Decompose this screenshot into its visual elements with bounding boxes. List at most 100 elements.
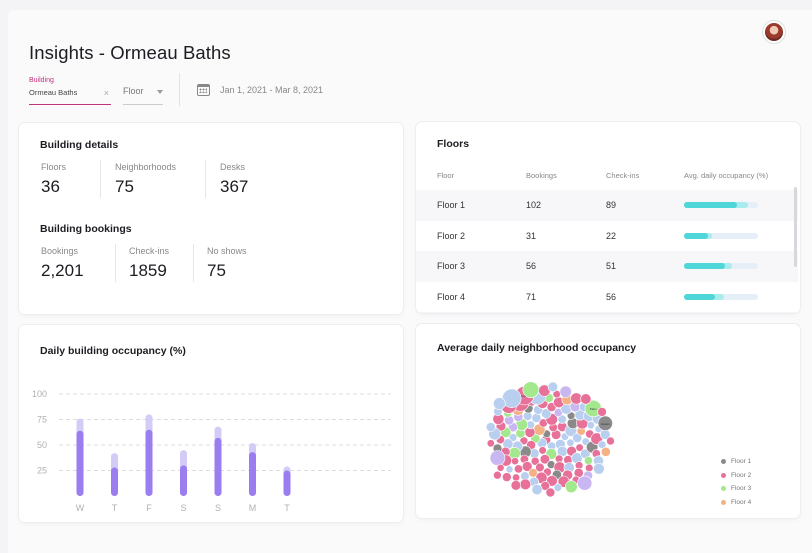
legend-dot	[721, 485, 726, 491]
stat-value: 36	[41, 177, 60, 196]
table-row[interactable]: Floor 4 71 56	[416, 282, 798, 313]
neighborhood-bubble[interactable]	[485, 422, 496, 432]
neighborhood-bubble[interactable]	[531, 484, 543, 496]
neighborhood-bubble[interactable]	[580, 393, 592, 405]
checkins-cell: 51	[606, 261, 617, 271]
bar	[283, 470, 291, 496]
filter-divider	[179, 73, 180, 106]
stat-label: Neighborhoods	[115, 162, 177, 172]
neighborhood-bubble[interactable]	[531, 413, 542, 423]
neighborhood-bubble[interactable]	[493, 397, 506, 410]
neighborhood-bubble[interactable]	[512, 473, 521, 482]
stat-value: 367	[220, 177, 249, 196]
neighborhood-bubble[interactable]	[519, 478, 532, 491]
neighborhood-bubble[interactable]	[538, 446, 547, 455]
neighborhood-bubble[interactable]	[489, 450, 506, 466]
y-tick-label: 25	[37, 466, 47, 476]
floor-cell: Floor 3	[437, 261, 466, 271]
neighborhood-occupancy-card: Average daily neighborhood occupancy Loc…	[416, 324, 800, 518]
building-details-card: Building details Floors 36 Neighborhoods…	[19, 123, 403, 314]
stat-value: 1859	[129, 261, 167, 280]
neighborhood-bubble[interactable]	[486, 439, 495, 448]
neighborhood-bubble[interactable]	[510, 480, 522, 491]
y-tick-label: 75	[37, 415, 47, 425]
stat-checkins: Check-ins 1859	[129, 246, 169, 281]
bar	[145, 429, 153, 496]
scrollbar[interactable]	[794, 187, 797, 267]
stat-no-shows: No shows 75	[207, 246, 247, 281]
column-header-floor: Floor	[437, 171, 455, 180]
floor-cell: Floor 1	[437, 200, 466, 210]
calendar-icon[interactable]	[197, 84, 210, 96]
neighborhood-bubble[interactable]	[559, 385, 572, 398]
stat-divider	[100, 160, 101, 198]
floors-title: Floors	[437, 138, 470, 150]
bubble-label: Palm	[590, 407, 597, 411]
x-tick-label: S	[180, 503, 186, 513]
table-row[interactable]: Floor 2 31 22	[416, 221, 798, 252]
floor-cell: Floor 4	[437, 291, 466, 302]
column-header-checkins: Check-ins	[606, 171, 640, 180]
building-filter-value: Ormeau Baths	[29, 88, 78, 97]
stat-label: Desks	[220, 162, 246, 172]
bar	[111, 467, 118, 496]
legend-label: Floor 3	[731, 485, 752, 492]
legend-item: Floor 3	[721, 485, 751, 492]
neighborhood-bubble[interactable]	[577, 475, 593, 491]
column-header-bookings: Bookings	[526, 171, 557, 180]
legend-dot	[721, 458, 726, 464]
neighborhood-bubble[interactable]	[585, 463, 594, 473]
neighborhood-bubble[interactable]	[493, 470, 502, 480]
occupancy-bar-fill	[684, 232, 709, 239]
stat-bookings: Bookings 2,201	[41, 246, 84, 281]
neighborhood-bubble[interactable]	[606, 436, 615, 446]
neighborhood-bubble[interactable]	[600, 446, 611, 457]
neighborhood-bubble[interactable]	[514, 464, 524, 474]
stat-label: No shows	[207, 246, 247, 256]
neighborhood-bubble[interactable]	[545, 487, 556, 498]
checkins-cell: 22	[606, 230, 617, 241]
legend-dot	[721, 499, 726, 505]
building-filter[interactable]: Ormeau Baths ×	[29, 88, 111, 105]
table-row[interactable]: Floor 1 102 89	[416, 190, 798, 221]
neighborhood-bubble[interactable]	[565, 480, 578, 493]
bar	[76, 430, 84, 496]
bubble-label: Avalon	[601, 422, 610, 426]
neighborhood-bubble[interactable]	[505, 465, 514, 474]
neighborhood-bubble[interactable]	[597, 407, 607, 417]
stat-label: Bookings	[41, 246, 79, 256]
floor-select[interactable]: Floor	[123, 86, 163, 105]
neighborhood-bubble[interactable]	[583, 456, 593, 465]
building-bookings-title: Building bookings	[40, 223, 132, 235]
occupancy-bar	[684, 202, 758, 208]
occupancy-bar	[684, 232, 758, 239]
user-avatar[interactable]	[763, 21, 785, 43]
table-row[interactable]: Floor 5108105	[416, 312, 798, 313]
x-tick-label: T	[112, 503, 118, 513]
clear-icon[interactable]: ×	[104, 88, 109, 98]
occupancy-bar-chart: 25 50 75 100 W T F S S M T	[32, 389, 391, 513]
neighborhood-bubble[interactable]	[496, 463, 505, 472]
legend-item: Floor 1	[721, 458, 751, 465]
bar	[180, 465, 187, 496]
x-tick-label: M	[249, 503, 257, 513]
legend-item: Floor 4	[721, 499, 751, 506]
legend-label: Floor 2	[731, 472, 752, 479]
x-tick-label: T	[284, 503, 290, 513]
table-row[interactable]: Floor 3 56 51	[416, 251, 798, 282]
neighborhood-bubble[interactable]	[522, 381, 540, 398]
legend-dot	[721, 472, 726, 478]
stat-desks: Desks 367	[220, 162, 248, 197]
neighborhood-bubble[interactable]	[593, 463, 605, 475]
column-header-occupancy: Avg. daily occupancy (%)	[684, 171, 769, 180]
neighborhood-bubble[interactable]	[547, 381, 559, 393]
neighborhood-bubble[interactable]	[511, 457, 520, 466]
date-range-picker[interactable]: Jan 1, 2021 - Mar 8, 2021	[220, 85, 323, 95]
neighborhood-bubble[interactable]	[502, 472, 512, 482]
stat-label: Check-ins	[129, 246, 170, 256]
neighborhood-bubble[interactable]	[553, 483, 562, 492]
bookings-cell: 31	[526, 230, 537, 241]
occupancy-bar-fill	[684, 263, 725, 269]
legend-label: Floor 1	[731, 458, 752, 465]
occupancy-bar-fill	[684, 202, 738, 208]
